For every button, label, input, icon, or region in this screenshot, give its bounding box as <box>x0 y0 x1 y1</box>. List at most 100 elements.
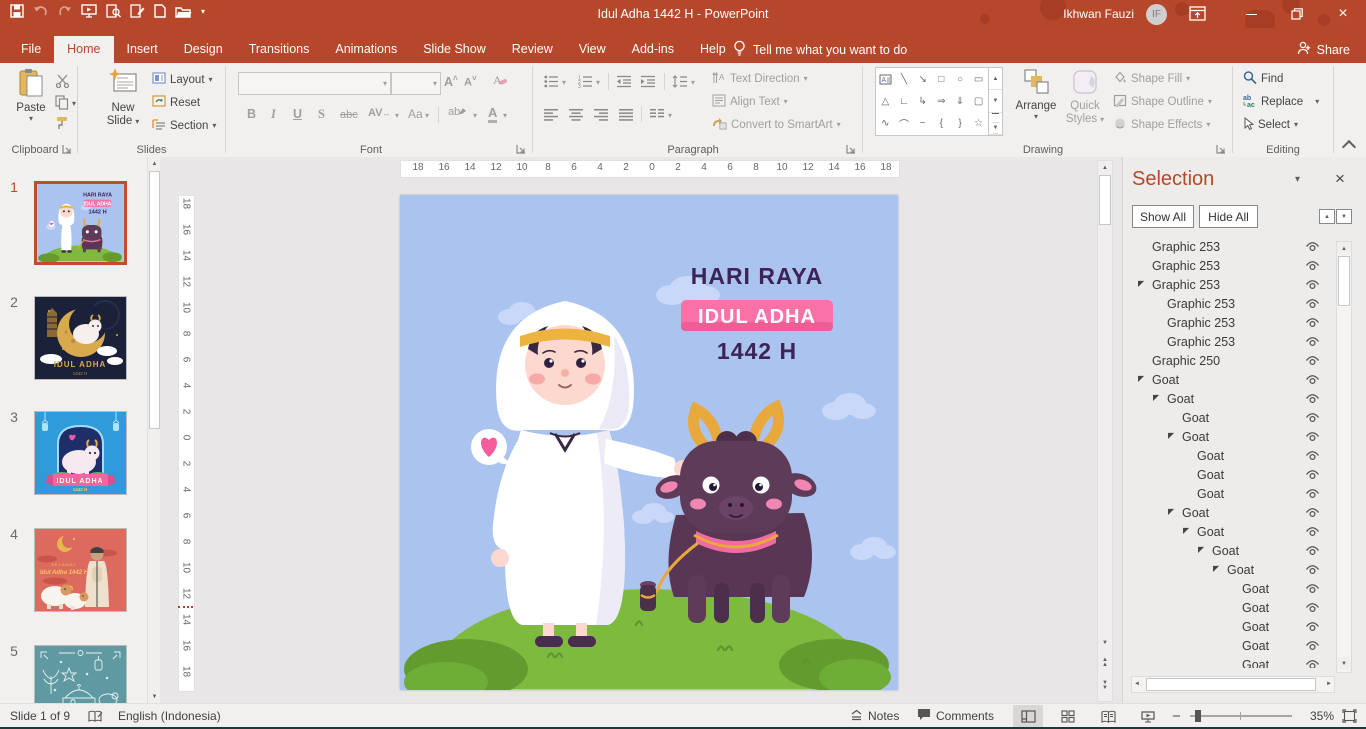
chevron-down-icon[interactable]: ▾ <box>473 112 477 120</box>
shape-icon[interactable]: ↘ <box>913 68 932 90</box>
visibility-eye-icon[interactable] <box>1305 298 1320 313</box>
selection-item-graphic-253[interactable]: Graphic 253 <box>1123 314 1355 333</box>
highlight-color-button[interactable]: ab <box>448 106 467 118</box>
shape-icon[interactable]: ↳ <box>913 90 932 112</box>
selection-item-graphic-253[interactable]: Graphic 253 <box>1123 257 1355 276</box>
chevron-down-icon[interactable]: ▾ <box>562 79 566 87</box>
chevron-down-icon[interactable]: ▾ <box>596 79 600 87</box>
selection-item-graphic-253[interactable]: Graphic 253 <box>1123 238 1355 257</box>
scrollbar-thumb[interactable] <box>1146 678 1316 691</box>
chevron-down-icon[interactable]: ▾ <box>72 100 76 108</box>
close-button[interactable]: × <box>1326 0 1360 28</box>
visibility-eye-icon[interactable] <box>1305 507 1320 522</box>
editor-scrollbar[interactable]: ▲ ▼ ▲ ▲ ▼ ▼ <box>1097 160 1113 702</box>
selection-list-scrollbar[interactable]: ▲ ▼ <box>1336 241 1352 673</box>
reading-view-button[interactable] <box>1093 705 1123 727</box>
zoom-slider[interactable] <box>1190 710 1292 722</box>
chevron-down-icon[interactable]: ▾ <box>668 112 672 120</box>
shape-fill-button[interactable]: Shape Fill ▾ <box>1113 71 1190 87</box>
minimize-button[interactable] <box>1234 0 1268 28</box>
show-all-button[interactable]: Show All <box>1132 205 1194 228</box>
selection-item-goat[interactable]: Goat <box>1123 656 1355 668</box>
shape-icon[interactable]: ☆ <box>969 113 988 135</box>
shape-icon[interactable]: △ <box>876 90 895 112</box>
numbering-icon[interactable]: 123 <box>578 75 593 93</box>
send-backward-button[interactable]: ▼ <box>1336 209 1352 224</box>
increase-indent-icon[interactable] <box>640 75 656 93</box>
share-button[interactable]: Share <box>1297 36 1350 63</box>
account-avatar[interactable]: IF <box>1146 4 1167 25</box>
line-spacing-icon[interactable] <box>672 75 688 93</box>
visibility-eye-icon[interactable] <box>1305 469 1320 484</box>
align-right-icon[interactable] <box>594 108 608 126</box>
font-size-combobox[interactable]: ▾ <box>391 72 441 95</box>
selection-item-graphic-250[interactable]: Graphic 250 <box>1123 352 1355 371</box>
tab-help[interactable]: Help <box>687 36 739 63</box>
tree-expanded-caret-icon[interactable]: ◤ <box>1153 393 1159 402</box>
shape-icon[interactable]: ∿ <box>876 113 895 135</box>
selection-item-goat[interactable]: ◤ Goat <box>1123 504 1355 523</box>
visibility-eye-icon[interactable] <box>1305 659 1320 668</box>
visibility-eye-icon[interactable] <box>1305 488 1320 503</box>
convert-to-smartart-button[interactable]: Convert to SmartArt ▾ <box>712 117 841 133</box>
slide-thumbnail-1[interactable]: HARI RAYA IDUL ADHA 1442 H <box>34 181 127 265</box>
pane-close-icon[interactable]: × <box>1335 169 1345 189</box>
selection-item-goat[interactable]: ◤ Goat <box>1123 390 1355 409</box>
copy-icon[interactable] <box>55 95 69 115</box>
shapes-more-icon[interactable]: ▼ <box>989 112 1002 135</box>
strikethrough-button[interactable]: abc <box>340 109 358 121</box>
selection-item-goat[interactable]: Goat <box>1123 637 1355 656</box>
shape-icon[interactable]: ⇓ <box>951 90 970 112</box>
arrange-button[interactable]: Arrange ▾ <box>1010 68 1062 121</box>
account-user-name[interactable]: Ikhwan Fauzi <box>1063 0 1134 28</box>
shape-icon[interactable]: ▭ <box>969 68 988 90</box>
reset-button[interactable]: Reset <box>152 95 200 110</box>
visibility-eye-icon[interactable] <box>1305 526 1320 541</box>
ribbon-display-options-icon[interactable] <box>1189 6 1206 26</box>
zoom-level[interactable]: 35% <box>1310 704 1334 728</box>
selection-item-goat[interactable]: ◤ Goat <box>1123 428 1355 447</box>
find-button[interactable]: Find <box>1243 71 1283 87</box>
slide-thumbnail-3[interactable]: IDUL ADHA 1442 H <box>34 411 127 495</box>
tab-view[interactable]: View <box>566 36 619 63</box>
shape-textbox-icon[interactable]: A <box>876 68 895 90</box>
bring-forward-button[interactable]: ▲ <box>1319 209 1335 224</box>
selection-item-goat[interactable]: Goat <box>1123 599 1355 618</box>
shape-icon[interactable]: ∟ <box>895 90 914 112</box>
shape-icon[interactable]: □ <box>932 68 951 90</box>
decrease-indent-icon[interactable] <box>616 75 632 93</box>
selection-item-goat[interactable]: Goat <box>1123 580 1355 599</box>
visibility-eye-icon[interactable] <box>1305 241 1320 256</box>
italic-button[interactable]: I <box>271 107 276 122</box>
scrollbar-thumb[interactable] <box>1338 256 1350 306</box>
tree-expanded-caret-icon[interactable]: ◤ <box>1168 507 1174 516</box>
tab-home[interactable]: Home <box>54 36 114 63</box>
visibility-eye-icon[interactable] <box>1305 564 1320 579</box>
replace-button[interactable]: ab ac Replace ▾ <box>1243 94 1319 110</box>
tree-expanded-caret-icon[interactable]: ◤ <box>1138 374 1144 383</box>
underline-button[interactable]: U <box>293 107 302 121</box>
chevron-down-icon[interactable]: ▾ <box>503 112 507 120</box>
slide-thumbnail-2[interactable]: IDUL ADHA 1442 H <box>34 296 127 380</box>
normal-view-button[interactable] <box>1013 705 1043 727</box>
tree-expanded-caret-icon[interactable]: ◤ <box>1183 526 1189 535</box>
font-color-button[interactable]: A <box>488 105 498 123</box>
slide-thumbnail-4[interactable]: SELAMAT Idul Adha 1442 H <box>34 528 127 612</box>
align-left-icon[interactable] <box>544 108 558 126</box>
selection-item-goat[interactable]: Goat <box>1123 447 1355 466</box>
visibility-eye-icon[interactable] <box>1305 545 1320 560</box>
language-indicator[interactable]: English (Indonesia) <box>118 704 221 728</box>
horizontal-ruler[interactable]: 18 16 14 12 10 8 6 4 2 0 2 4 6 8 10 12 14 16 18 <box>400 160 900 178</box>
tab-add-ins[interactable]: Add-ins <box>619 36 687 63</box>
visibility-eye-icon[interactable] <box>1305 412 1320 427</box>
notes-button[interactable]: Notes <box>850 704 899 728</box>
slide-sorter-view-button[interactable] <box>1053 705 1083 727</box>
format-painter-icon[interactable] <box>55 116 69 135</box>
scroll-down-icon[interactable]: ▼ <box>148 690 160 703</box>
slide-show-button[interactable] <box>1133 705 1163 727</box>
selection-list-hscrollbar[interactable]: ◄ ► <box>1131 676 1335 693</box>
selection-item-goat[interactable]: Goat <box>1123 466 1355 485</box>
section-button[interactable]: Section ▾ <box>152 118 216 133</box>
selection-item-goat[interactable]: Goat <box>1123 409 1355 428</box>
visibility-eye-icon[interactable] <box>1305 450 1320 465</box>
